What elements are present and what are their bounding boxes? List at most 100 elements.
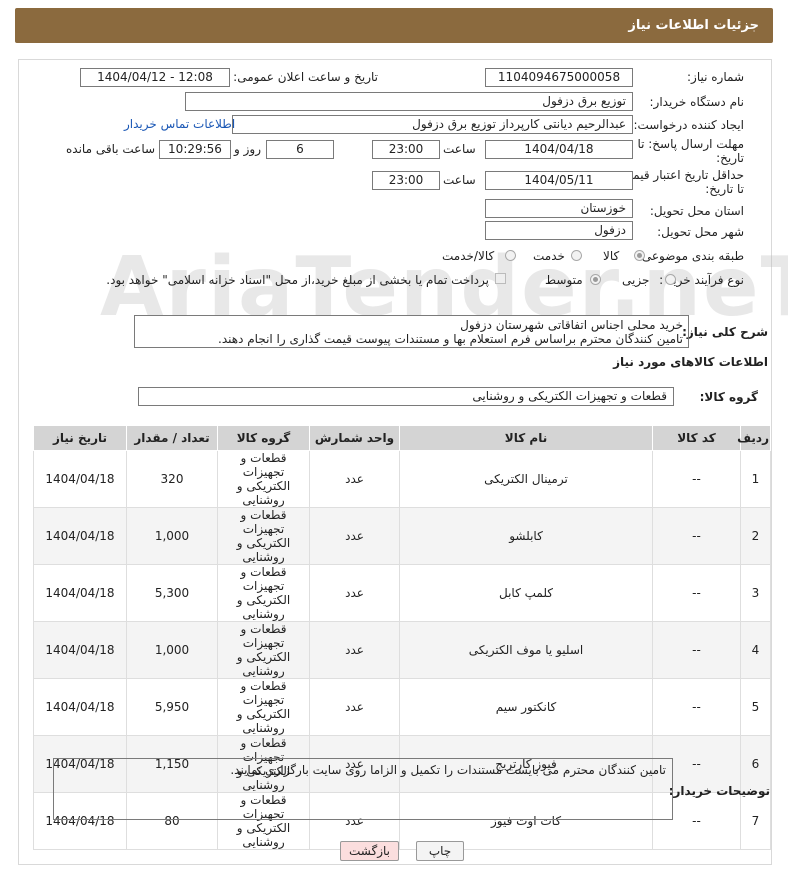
category-option-service: خدمت [533,249,565,263]
announce-date-field: 1404/04/12 - 12:08 [80,68,230,87]
cell-name: ترمینال الکتریکی [399,450,653,508]
cell-group: قطعات و تجهیزات الکتریکی و روشنایی [217,678,310,736]
cell-row-number: 5 [740,678,771,736]
buyer-notes-text: تامین کنندگان محترم می بایست مستندات را … [230,763,666,777]
remaining-days-field: 6 [266,140,334,159]
creator-field: عبدالرحیم دیانتی کارپرداز توزیع برق دزفو… [232,115,633,134]
cell-quantity: 5,950 [126,678,218,736]
description-box: خرید محلی اجناس اتفاقاتی شهرستان دزفول ت… [134,315,689,348]
col-header-code: کد کالا [652,425,741,451]
page-title-bar: جزئیات اطلاعات نیاز [15,8,773,43]
deadline-date-field: 1404/04/18 [485,140,633,159]
category-label: طبقه بندی موضوعی: [637,249,744,263]
cell-row-number: 1 [740,450,771,508]
cell-group: قطعات و تجهیزات الکتریکی و روشنایی [217,507,310,565]
col-header-unit: واحد شمارش [309,425,400,451]
table-row: 3 -- کلمپ کابل عدد قطعات و تجهیزات الکتر… [33,564,771,622]
city-field: دزفول [485,221,633,240]
province-field: خوزستان [485,199,633,218]
city-label: شهر محل تحویل: [657,225,744,239]
validity-label-date: تا تاریخ: [705,182,744,196]
remaining-time-label: ساعت باقی مانده [66,142,156,156]
deadline-time-label: ساعت [443,142,476,156]
cell-group: قطعات و تجهیزات الکتریکی و روشنایی [217,621,310,679]
cell-name: کابلشو [399,507,653,565]
category-option-goods: کالا [603,249,620,263]
category-radio-goods-service[interactable] [505,250,516,261]
cell-row-number: 7 [740,792,771,850]
cell-row-number: 2 [740,507,771,565]
cell-code: -- [652,678,741,736]
cell-unit: عدد [309,450,400,508]
table-row: 4 -- اسلیو یا موف الکتریکی عدد قطعات و ت… [33,621,771,679]
deadline-time-field: 23:00 [372,140,440,159]
validity-time-label: ساعت [443,173,476,187]
cell-date: 1404/04/18 [33,450,127,508]
back-button[interactable]: بازگشت [340,841,399,861]
cell-date: 1404/04/18 [33,621,127,679]
col-header-name: نام کالا [399,425,653,451]
cell-unit: عدد [309,564,400,622]
description-label: شرح کلی نیاز: [682,325,768,339]
cell-code: -- [652,450,741,508]
need-number-label: شماره نیاز: [687,70,744,84]
buyer-org-field: توزیع برق دزفول [185,92,633,111]
print-button[interactable]: چاپ [416,841,464,861]
creator-label: ایجاد کننده درخواست: [633,118,744,132]
cell-code: -- [652,507,741,565]
buyer-notes-box: تامین کنندگان محترم می بایست مستندات را … [53,758,673,820]
col-header-date: تاریخ نیاز [33,425,127,451]
goods-group-label: گروه کالا: [699,390,758,404]
category-radio-goods[interactable] [634,250,645,261]
col-header-quantity: تعداد / مقدار [126,425,218,451]
remaining-time-field: 10:29:56 [159,140,231,159]
table-header-row: ردیف کد کالا نام کالا واحد شمارش گروه کا… [33,425,771,451]
category-option-goods-service: کالا/خدمت [442,249,495,263]
deadline-label: مهلت ارسال پاسخ: تا [637,137,744,151]
buyer-notes-label: توضیحات خریدار: [668,784,770,798]
purchase-option-medium: متوسط [545,273,583,287]
page-title: جزئیات اطلاعات نیاز [628,18,759,33]
cell-code: -- [652,564,741,622]
buyer-org-label: نام دستگاه خریدار: [649,95,745,109]
cell-group: قطعات و تجهیزات الکتریکی و روشنایی [217,564,310,622]
cell-unit: عدد [309,678,400,736]
deadline-label-date: تاریخ: [716,151,744,165]
category-radio-service[interactable] [571,250,582,261]
cell-name: کلمپ کابل [399,564,653,622]
col-header-group: گروه کالا [217,425,310,451]
cell-code: -- [652,621,741,679]
cell-row-number: 3 [740,564,771,622]
validity-label: حداقل تاریخ اعتبار قیمت: [617,168,744,182]
goods-group-field: قطعات و تجهیزات الکتریکی و روشنایی [138,387,674,406]
cell-quantity: 5,300 [126,564,218,622]
treasury-bonds-checkbox[interactable] [495,273,506,284]
cell-row-number: 4 [740,621,771,679]
purchase-radio-minor[interactable] [665,274,676,285]
purchase-option-minor: جزیی [622,273,650,287]
description-line-2: تامین کنندگان محترم براساس فرم استعلام ب… [218,332,683,346]
cell-unit: عدد [309,621,400,679]
validity-time-field: 23:00 [372,171,440,190]
cell-group: قطعات و تجهیزات الکتریکی و روشنایی [217,450,310,508]
col-header-row-number: ردیف [737,425,771,451]
buyer-contact-link[interactable]: اطلاعات تماس خریدار [124,117,235,131]
cell-quantity: 1,000 [126,507,218,565]
table-row: 2 -- کابلشو عدد قطعات و تجهیزات الکتریکی… [33,507,771,565]
province-label: استان محل تحویل: [649,204,744,218]
days-label: روز و [234,142,261,156]
cell-unit: عدد [309,507,400,565]
cell-date: 1404/04/18 [33,564,127,622]
validity-date-field: 1404/05/11 [485,171,633,190]
table-row: 5 -- کانکتور سیم عدد قطعات و تجهیزات الک… [33,678,771,736]
print-button-label: چاپ [428,844,452,858]
purchase-radio-medium[interactable] [590,274,601,285]
cell-name: اسلیو یا موف الکتریکی [399,621,653,679]
back-button-label: بازگشت [349,844,390,858]
table-row: 1 -- ترمینال الکتریکی عدد قطعات و تجهیزا… [33,450,771,508]
payment-note: پرداخت تمام یا بخشی از مبلغ خرید،از محل … [106,273,489,287]
cell-name: کانکتور سیم [399,678,653,736]
cell-quantity: 1,000 [126,621,218,679]
goods-info-title: اطلاعات کالاهای مورد نیاز [613,355,768,369]
cell-date: 1404/04/18 [33,507,127,565]
